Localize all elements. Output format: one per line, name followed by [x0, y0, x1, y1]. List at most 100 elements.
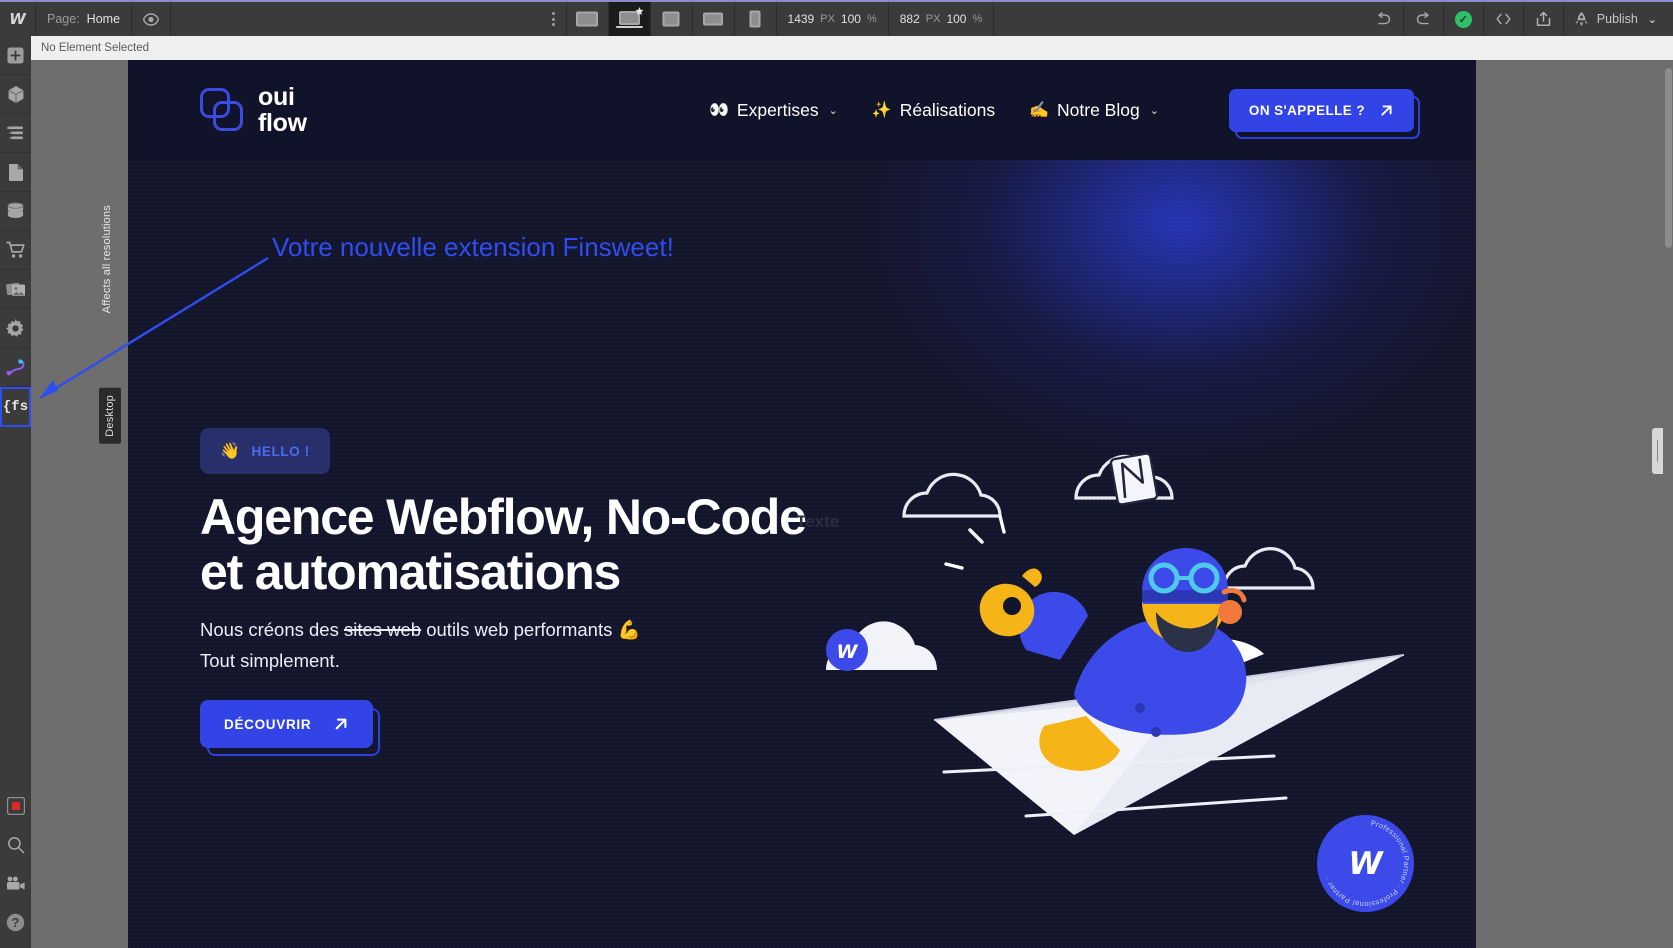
- nav-link-expertises[interactable]: 👀 Expertises ⌄: [709, 100, 838, 121]
- publish-button[interactable]: Publish ⌄: [1564, 2, 1673, 36]
- code-view-button[interactable]: [1484, 2, 1524, 36]
- sidebar-item-assets[interactable]: [0, 270, 31, 309]
- page-selector[interactable]: Page: Home: [36, 2, 133, 36]
- hero-sub-suffix: outils web performants 💪: [421, 619, 641, 640]
- designer-canvas: Affects all resolutions Desktop oui flow…: [31, 60, 1673, 948]
- undo-icon: [1378, 12, 1390, 25]
- hero-sub-line-2: Tout simplement.: [200, 649, 340, 671]
- webflow-logo-icon: W: [9, 10, 26, 28]
- hero-cta-button[interactable]: DÉCOUVRIR: [200, 700, 374, 748]
- nav-link-notre-blog-label: Notre Blog: [1057, 99, 1140, 120]
- plus-icon: [7, 47, 24, 63]
- svg-text:W: W: [837, 641, 859, 663]
- left-tool-rail: {fs ?: [0, 36, 31, 948]
- chevron-down-icon: ⌄: [1647, 13, 1657, 26]
- question-mark-icon: ?: [6, 913, 25, 932]
- sidebar-item-finsweet[interactable]: {fs: [0, 387, 31, 427]
- writing-hand-emoji: ✍️: [1029, 102, 1050, 119]
- canvas-width-zoom: 100: [840, 12, 861, 26]
- nav-link-notre-blog[interactable]: ✍️ Notre Blog ⌄: [1029, 100, 1159, 121]
- canvas-scrollbar-thumb[interactable]: [1665, 68, 1672, 248]
- hero-title-line-2: et automatisations: [200, 544, 621, 600]
- tablet-landscape-icon: [703, 12, 724, 26]
- paper-plane-pilot-illustration: W: [826, 320, 1466, 880]
- webflow-home-button[interactable]: W: [0, 2, 36, 36]
- nav-link-realisations-label: Réalisations: [899, 99, 996, 120]
- breakpoint-labels: Affects all resolutions Desktop: [97, 60, 128, 948]
- sidebar-item-search[interactable]: [0, 825, 31, 864]
- site-brand[interactable]: oui flow: [200, 84, 307, 136]
- preview-toggle-button[interactable]: [132, 2, 172, 36]
- canvas-height-zoom-unit: %: [972, 13, 983, 25]
- breakpoint-mobile[interactable]: [735, 2, 777, 36]
- sidebar-item-cms[interactable]: [0, 192, 31, 231]
- publish-label: Publish: [1596, 12, 1638, 26]
- chevron-down-icon: ⌄: [828, 104, 838, 117]
- redo-button[interactable]: [1404, 2, 1444, 36]
- record-square-icon: [6, 796, 25, 815]
- nav-link-realisations[interactable]: ✨ Réalisations: [872, 100, 995, 121]
- save-status-indicator: ✓: [1444, 2, 1484, 36]
- images-icon: [5, 282, 25, 296]
- shopping-cart-icon: [5, 241, 25, 258]
- database-icon: [7, 201, 24, 218]
- page-label: Page:: [47, 12, 80, 26]
- sidebar-item-audit[interactable]: [0, 348, 31, 387]
- page-name: Home: [86, 12, 121, 26]
- export-share-icon: [1536, 11, 1551, 26]
- site-navbar: oui flow 👀 Expertises ⌄ ✨ Réalisations ✍…: [128, 60, 1476, 160]
- canvas-height-unit: PX: [925, 13, 941, 25]
- breakpoint-active-label[interactable]: Desktop: [99, 388, 121, 444]
- sidebar-item-help[interactable]: ?: [0, 903, 31, 942]
- selection-status-bar: No Element Selected: [31, 36, 1673, 60]
- canvas-width-field[interactable]: 1439 PX 100 %: [777, 2, 889, 36]
- undo-button[interactable]: [1364, 2, 1404, 36]
- site-preview-frame[interactable]: oui flow 👀 Expertises ⌄ ✨ Réalisations ✍…: [128, 60, 1476, 948]
- hero-badge-label: HELLO !: [251, 443, 310, 459]
- cloud-with-card: [1074, 452, 1174, 506]
- breakpoint-hint-label: Affects all resolutions: [101, 205, 113, 314]
- export-button[interactable]: [1524, 2, 1564, 36]
- sidebar-item-video-record[interactable]: [0, 786, 31, 825]
- nav-cta-button[interactable]: ON S'APPELLE ?: [1228, 88, 1414, 132]
- sparkles-emoji: ✨: [871, 102, 892, 119]
- canvas-height-field[interactable]: 882 PX 100 %: [889, 2, 995, 36]
- fs-braces-icon: {fs: [2, 399, 29, 415]
- breakpoint-tablet-portrait[interactable]: [651, 2, 693, 36]
- cloud-with-webflow-badge: W: [826, 621, 937, 671]
- sidebar-item-ecommerce[interactable]: [0, 231, 31, 270]
- redo-icon: [1416, 12, 1429, 25]
- site-hero-section: 👋 HELLO ! Agence Webflow, No-Code et aut…: [128, 160, 1476, 948]
- hero-badge: 👋 HELLO !: [200, 428, 330, 474]
- canvas-scrollbar[interactable]: [1663, 60, 1673, 948]
- canvas-height-value: 882: [899, 12, 920, 26]
- code-brackets-icon: [1496, 13, 1511, 25]
- canvas-height-zoom: 100: [946, 12, 967, 26]
- sidebar-item-pages[interactable]: [0, 153, 31, 192]
- sidebar-item-video-tutorials[interactable]: [0, 864, 31, 903]
- sidebar-item-settings[interactable]: [0, 309, 31, 348]
- site-nav-links: 👀 Expertises ⌄ ✨ Réalisations ✍️ Notre B…: [709, 88, 1420, 139]
- right-panel-handle[interactable]: [1652, 428, 1663, 474]
- sidebar-item-add-elements[interactable]: [0, 36, 31, 75]
- arrow-up-right-icon: [1381, 104, 1392, 116]
- sidebar-item-navigator[interactable]: [0, 114, 31, 153]
- layers-icon: [6, 126, 23, 140]
- sidebar-item-components[interactable]: [0, 75, 31, 114]
- hero-sub-strikethrough: sites web: [343, 619, 422, 640]
- canvas-width-unit: PX: [820, 13, 835, 25]
- ouiflow-logo-icon: [200, 88, 244, 132]
- breakpoint-laptop[interactable]: [608, 2, 651, 36]
- webflow-partner-badge-icon[interactable]: Professional Partner · Professional Part…: [1317, 815, 1414, 912]
- brand-line-2: flow: [258, 109, 307, 137]
- hero-cta-wrapper: DÉCOUVRIR: [200, 700, 381, 756]
- breakpoint-tablet-landscape[interactable]: [693, 2, 735, 36]
- brand-line-1: oui: [258, 83, 295, 111]
- breakpoint-desktop[interactable]: [567, 2, 609, 36]
- brand-wordmark: oui flow: [258, 84, 307, 136]
- gear-icon: [6, 318, 24, 337]
- more-options-button[interactable]: [541, 2, 567, 36]
- chevron-down-icon: ⌄: [1149, 104, 1159, 117]
- canvas-width-zoom-unit: %: [866, 13, 877, 25]
- nav-cta-wrapper: ON S'APPELLE ?: [1228, 88, 1420, 139]
